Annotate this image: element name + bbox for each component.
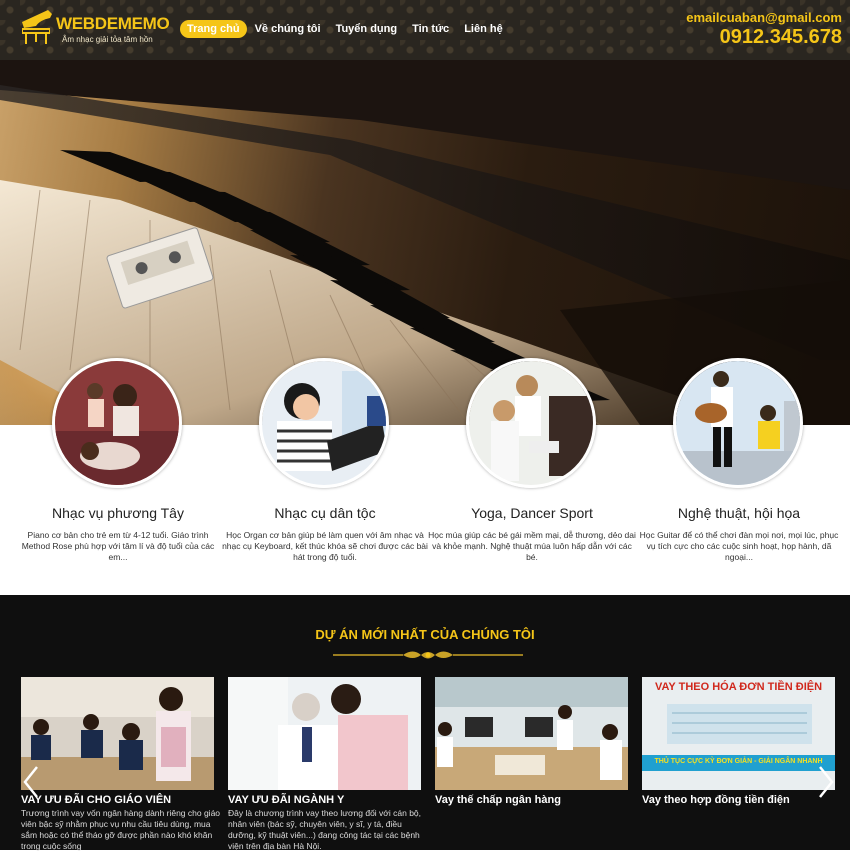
course-desc-2: Học Organ cơ bản giúp bé làm quen với âm… (222, 530, 428, 562)
chevron-right-icon[interactable] (817, 765, 835, 799)
logo-subtitle: Âm nhạc giải tỏa tâm hồn (62, 35, 153, 44)
project-image-bank[interactable] (435, 677, 628, 790)
projects-heading: DỰ ÁN MỚI NHẤT CỦA CHÚNG TÔI (315, 627, 535, 642)
course-image-traditional[interactable] (259, 358, 389, 488)
nav-about[interactable]: Về chúng tôi (248, 20, 328, 38)
course-image-western-music[interactable] (52, 358, 182, 488)
main-nav: Trang chủ Về chúng tôi Tuyển dụng Tin tứ… (180, 20, 511, 38)
site-header: WEBDEMEMO Âm nhạc giải tỏa tâm hồn Trang… (0, 0, 850, 60)
course-image-yoga-dance[interactable] (466, 358, 596, 488)
invoice-stack-image (667, 704, 812, 744)
nav-news[interactable]: Tin tức (405, 20, 456, 38)
course-title-4[interactable]: Nghệ thuật, hội họa (634, 505, 844, 521)
course-image-art[interactable] (673, 358, 803, 488)
contact-email[interactable]: emailcuaban@gmail.com (686, 10, 842, 25)
contact-phone[interactable]: 0912.345.678 (720, 26, 842, 49)
piano-lesson-photo (469, 361, 593, 485)
project-image-medical[interactable] (228, 677, 421, 790)
project-title-4[interactable]: Vay theo hợp đồng tiền điện (642, 794, 790, 806)
project-image-teachers[interactable] (21, 677, 214, 790)
project-title-3[interactable]: Vay thế chấp ngân hàng (435, 794, 561, 806)
bank-office-photo (435, 677, 628, 790)
course-desc-3: Học múa giúp các bé gái mềm mại, dễ thươ… (428, 530, 636, 562)
guitar-lesson-photo (676, 361, 800, 485)
classroom-photo (21, 677, 214, 790)
banner-title: VAY THEO HÓA ĐƠN TIỀN ĐIỆN (654, 681, 823, 693)
course-title-1[interactable]: Nhạc vụ phương Tây (13, 505, 223, 521)
logo-title: WEBDEMEMO (56, 14, 170, 33)
grand-piano-icon (22, 10, 52, 44)
dance-class-photo (55, 361, 179, 485)
course-title-3[interactable]: Yoga, Dancer Sport (427, 505, 637, 521)
course-desc-4: Học Guitar để có thể chơi đàn mọi nơi, m… (639, 530, 839, 562)
logo[interactable]: WEBDEMEMO Âm nhạc giải tỏa tâm hồn (18, 6, 170, 50)
nav-recruitment[interactable]: Tuyển dụng (329, 20, 405, 38)
course-desc-1: Piano cơ bản cho trẻ em từ 4-12 tuổi. Gi… (21, 530, 215, 562)
nav-home[interactable]: Trang chủ (180, 20, 247, 38)
project-title-2[interactable]: VAY ƯU ĐÃI NGÀNH Y (228, 794, 344, 806)
banner-subtitle: THỦ TỤC CỰC KỲ ĐƠN GIẢN - GIẢI NGÂN NHAN… (654, 758, 823, 765)
chevron-left-icon[interactable] (22, 765, 40, 799)
doctors-photo (228, 677, 421, 790)
ornament-divider-icon (333, 651, 523, 659)
nav-contact[interactable]: Liên hệ (457, 20, 510, 38)
keyboard-lesson-photo (262, 361, 386, 485)
project-desc-2: Đây là chương trình vay theo lương đối v… (228, 808, 422, 851)
project-desc-1: Trương trình vay vốn ngân hàng dành riên… (21, 808, 221, 851)
course-title-2[interactable]: Nhạc cụ dân tộc (220, 505, 430, 521)
project-image-electricity[interactable]: VAY THEO HÓA ĐƠN TIỀN ĐIỆN THỦ TỤC CỰC K… (642, 677, 835, 790)
project-title-1[interactable]: VAY ƯU ĐÃI CHO GIÁO VIÊN (21, 794, 171, 806)
